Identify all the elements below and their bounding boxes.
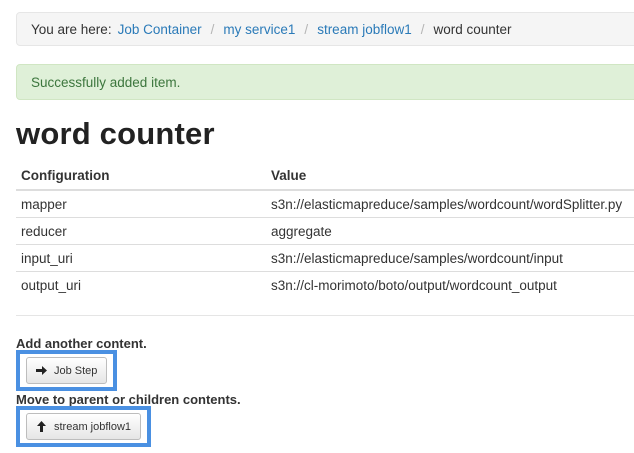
config-key: mapper — [16, 189, 266, 218]
table-header-row: Configuration Value — [16, 162, 634, 191]
column-header-value: Value — [266, 162, 634, 191]
breadcrumb-link-job-container[interactable]: Job Container — [118, 22, 202, 37]
table-row: reducer aggregate — [16, 217, 634, 245]
config-key: reducer — [16, 217, 266, 245]
section-divider — [16, 315, 634, 316]
add-content-label: Add another content. — [16, 336, 147, 351]
breadcrumb-separator: / — [420, 21, 425, 37]
breadcrumb-link-stream-jobflow1[interactable]: stream jobflow1 — [317, 22, 412, 37]
table-row: input_uri s3n://elasticmapreduce/samples… — [16, 244, 634, 272]
add-job-step-label: Job Step — [54, 364, 98, 377]
configuration-table: Configuration Value mapper s3n://elastic… — [16, 162, 634, 298]
move-content-label: Move to parent or children contents. — [16, 392, 241, 407]
breadcrumb-separator: / — [210, 21, 215, 37]
page-title: word counter — [16, 116, 215, 151]
breadcrumb-separator: / — [304, 21, 309, 37]
success-alert: Successfully added item. — [16, 64, 634, 100]
config-key: output_uri — [16, 271, 266, 298]
column-header-configuration: Configuration — [16, 162, 266, 191]
config-value: s3n://elasticmapreduce/samples/wordcount… — [266, 244, 634, 272]
config-value: s3n://elasticmapreduce/samples/wordcount… — [266, 189, 634, 218]
alert-message: Successfully added item. — [31, 74, 181, 90]
parent-stream-jobflow-label: stream jobflow1 — [54, 420, 132, 433]
parent-stream-jobflow-button[interactable]: stream jobflow1 — [26, 413, 141, 440]
table-row: output_uri s3n://cl-morimoto/boto/output… — [16, 271, 634, 298]
add-job-step-button[interactable]: Job Step — [26, 357, 107, 384]
arrow-right-icon — [35, 364, 48, 377]
arrow-up-icon — [35, 420, 48, 433]
page: You are here: Job Container / my service… — [0, 0, 634, 453]
config-value: s3n://cl-morimoto/boto/output/wordcount_… — [266, 271, 634, 298]
breadcrumb-prefix: You are here: — [31, 21, 112, 37]
table-row: mapper s3n://elasticmapreduce/samples/wo… — [16, 189, 634, 218]
breadcrumb: You are here: Job Container / my service… — [16, 12, 634, 46]
highlight-frame: stream jobflow1 — [16, 406, 151, 447]
breadcrumb-link-my-service1[interactable]: my service1 — [223, 22, 295, 37]
config-value: aggregate — [266, 217, 634, 245]
config-key: input_uri — [16, 244, 266, 272]
highlight-frame: Job Step — [16, 350, 117, 391]
breadcrumb-current: word counter — [433, 21, 512, 37]
